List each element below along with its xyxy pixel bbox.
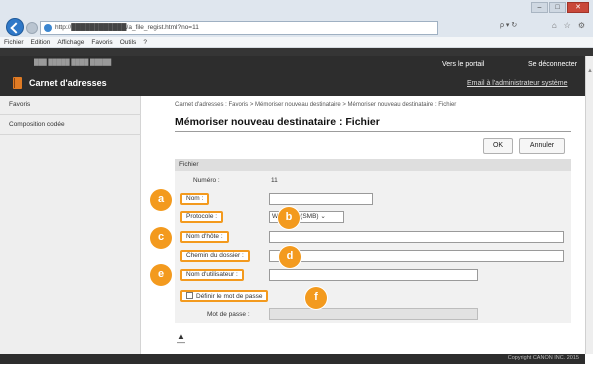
maximize-button[interactable]: □ — [549, 2, 566, 13]
callout-badge-b: b — [278, 207, 300, 229]
window-controls: – □ ✕ — [531, 2, 589, 13]
gear-icon[interactable]: ⚙ — [578, 21, 585, 30]
folder-path-label: Chemin du dossier : — [180, 250, 250, 262]
username-input[interactable] — [269, 269, 478, 281]
menu-item-favoris[interactable]: Favoris — [91, 37, 112, 47]
callout-badge-c: c — [150, 227, 172, 249]
user-info: ███ █████ ████ █████ — [34, 60, 112, 66]
host-label: Nom d'hôte : — [180, 231, 229, 243]
menu-item-edition[interactable]: Edition — [31, 37, 51, 47]
scroll-up-icon[interactable]: ▲ — [587, 68, 593, 74]
host-input[interactable] — [269, 231, 564, 243]
number-value: 11 — [271, 177, 278, 184]
app-header: ███ █████ ████ █████ Carnet d'adresses V… — [0, 56, 585, 96]
folder-path-input[interactable] — [269, 250, 564, 262]
name-input[interactable] — [269, 193, 373, 205]
title-divider — [175, 131, 571, 132]
admin-email-link[interactable]: Email à l'administrateur système — [467, 80, 568, 87]
set-password-option[interactable]: Définir le mot de passe — [180, 290, 269, 302]
cancel-button[interactable]: Annuler — [519, 138, 565, 154]
page-scrollbar[interactable]: ▲ — [585, 56, 593, 354]
menu-item-affichage[interactable]: Affichage — [57, 37, 84, 47]
sidebar-item-composition-codee[interactable]: Composition codée — [9, 121, 65, 128]
password-input[interactable] — [269, 308, 478, 320]
back-arrow-icon[interactable] — [6, 18, 24, 36]
app-title: Carnet d'adresses — [29, 78, 107, 88]
username-label: Nom d'utilisateur : — [180, 269, 244, 281]
address-book-icon — [13, 77, 22, 89]
address-tools[interactable]: ρ ▾ ↻ — [500, 21, 517, 29]
protocol-label: Protocole : — [180, 211, 224, 223]
callout-badge-a: a — [150, 189, 172, 211]
name-label: Nom : — [180, 193, 210, 205]
breadcrumb: Carnet d'adresses : Favoris > Mémoriser … — [175, 102, 457, 108]
copyright-text: Copyright CANON INC. 2015 — [507, 355, 579, 361]
callout-badge-e: e — [150, 264, 172, 286]
portal-link[interactable]: Vers le portail — [442, 61, 484, 68]
callout-badge-f: f — [305, 287, 327, 309]
menu-item-help[interactable]: ? — [143, 37, 147, 47]
browser-menubar: Fichier Edition Affichage Favoris Outils… — [0, 37, 593, 48]
set-password-checkbox[interactable] — [186, 292, 193, 299]
toolbar-icons: ⌂ ☆ ⚙ — [552, 21, 585, 30]
menu-item-outils[interactable]: Outils — [120, 37, 137, 47]
sidebar-divider — [0, 134, 141, 135]
callout-badge-d: d — [279, 246, 301, 268]
section-header: Fichier — [175, 159, 571, 171]
logout-link[interactable]: Se déconnecter — [528, 61, 577, 68]
star-icon[interactable]: ☆ — [564, 21, 571, 30]
minimize-button[interactable]: – — [531, 2, 548, 13]
address-bar[interactable]: http://████████████/a_file_regist.html?n… — [40, 21, 438, 35]
header-strip — [0, 48, 593, 56]
footer: Copyright CANON INC. 2015 — [0, 354, 585, 364]
password-label: Mot de passe : — [207, 311, 250, 318]
ok-button[interactable]: OK — [483, 138, 513, 154]
home-icon[interactable]: ⌂ — [552, 21, 557, 30]
url-text: http://████████████/a_file_regist.html?n… — [55, 24, 199, 31]
number-label: Numéro : — [193, 177, 220, 184]
menu-item-fichier[interactable]: Fichier — [4, 37, 24, 47]
chevron-down-icon: ⌄ — [320, 213, 326, 220]
browser-icon — [44, 24, 52, 32]
sidebar: Favoris Composition codée — [0, 96, 141, 354]
close-button[interactable]: ✕ — [567, 2, 589, 13]
forward-arrow-icon[interactable] — [26, 22, 38, 34]
sidebar-divider — [0, 114, 141, 115]
back-to-top-icon[interactable]: ▲ — — [177, 333, 185, 347]
set-password-text: Définir le mot de passe — [196, 293, 263, 300]
page-title: Mémoriser nouveau destinataire : Fichier — [175, 116, 380, 128]
sidebar-item-favoris[interactable]: Favoris — [9, 101, 30, 108]
